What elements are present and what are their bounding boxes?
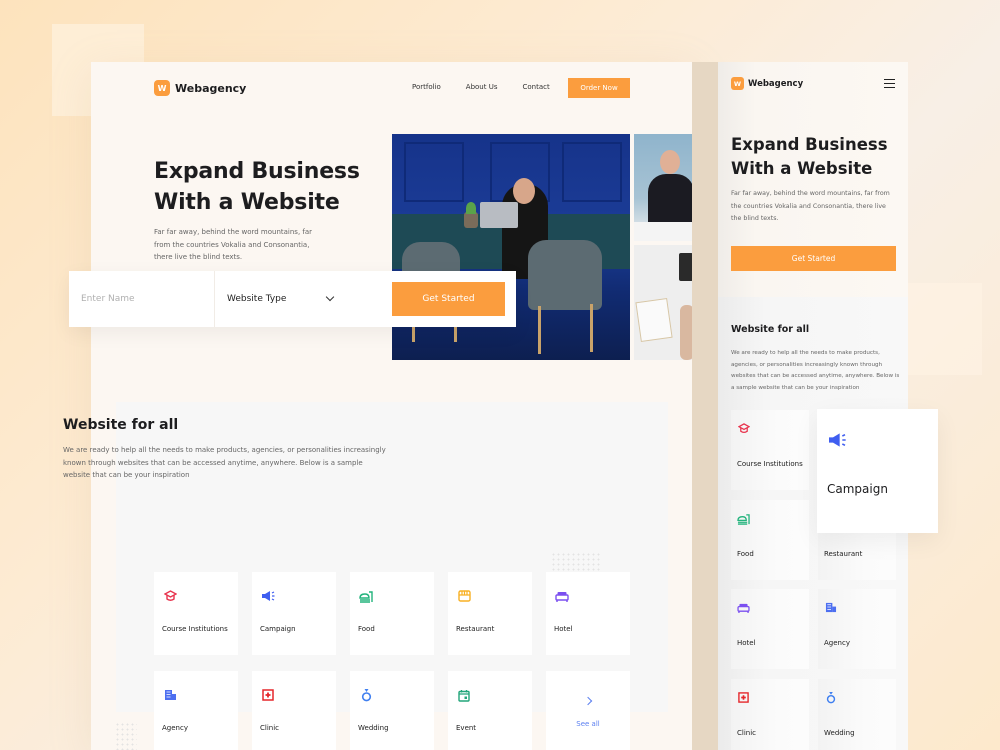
brand-logo[interactable]: W Webagency (731, 77, 803, 90)
hamburger-icon[interactable] (884, 79, 895, 88)
dot-pattern (551, 552, 601, 572)
see-all-link[interactable]: See all (576, 720, 599, 728)
dot-pattern (115, 722, 137, 750)
food-tray-icon (737, 512, 750, 525)
nav-link-about-us[interactable]: About Us (466, 83, 498, 91)
website-type-select[interactable]: Website Type (215, 271, 345, 327)
category-label: Course Institutions (737, 460, 803, 468)
mobile-mockup: W Webagency Expand Business With a Websi… (718, 62, 908, 750)
website-type-value: Website Type (227, 294, 287, 304)
chevron-right-icon (583, 696, 593, 705)
calendar-icon (457, 688, 471, 702)
mockup-gap (692, 62, 718, 750)
hero-title-line: With a Website (154, 190, 340, 215)
category-card-food[interactable]: Food (731, 500, 809, 580)
highlight-card-campaign[interactable]: Campaign (817, 409, 938, 533)
category-label: Hotel (737, 639, 756, 647)
brand-name: Webagency (175, 81, 247, 95)
category-label: Food (737, 550, 754, 558)
hero-title-line: Expand Business (731, 135, 888, 154)
hero-description: Far far away, behind the word mountains,… (154, 228, 313, 261)
category-card-hotel[interactable]: Hotel (731, 589, 809, 669)
category-card-restaurant[interactable]: Restaurant (448, 572, 532, 655)
bed-icon (737, 601, 750, 614)
lead-form: Website Type Get Started (69, 271, 516, 327)
see-all-card[interactable]: See all (546, 671, 630, 750)
category-label: Agency (824, 639, 850, 647)
building-icon (824, 601, 837, 614)
section-description: We are ready to help all the needs to ma… (63, 446, 386, 479)
building-icon (163, 688, 177, 702)
nav-link-portfolio[interactable]: Portfolio (412, 83, 441, 91)
category-label: Campaign (827, 482, 888, 496)
category-card-course-institutions[interactable]: Course Institutions (154, 572, 238, 655)
category-card-campaign[interactable]: Campaign (252, 572, 336, 655)
chevron-down-icon (325, 292, 335, 302)
category-label: Agency (162, 724, 188, 732)
category-label: Wedding (358, 724, 389, 732)
megaphone-icon (261, 589, 275, 603)
storefront-icon (457, 589, 471, 603)
category-label: Restaurant (824, 550, 863, 558)
category-card-wedding[interactable]: Wedding (818, 679, 896, 750)
category-label: Course Institutions (162, 625, 228, 633)
category-card-course-institutions[interactable]: Course Institutions (731, 410, 809, 490)
first-aid-icon (737, 691, 750, 704)
hero-description: Far far away, behind the word mountains,… (731, 190, 890, 222)
hero-title: Expand Business With a Website (154, 156, 360, 218)
category-card-wedding[interactable]: Wedding (350, 671, 434, 750)
brand-logo[interactable]: W Webagency (154, 80, 246, 96)
category-label: Wedding (824, 729, 855, 737)
hero-title-line: With a Website (731, 159, 873, 178)
megaphone-icon (827, 431, 847, 449)
category-card-clinic[interactable]: Clinic (252, 671, 336, 750)
main-nav: Portfolio About Us Contact (412, 83, 575, 91)
hero-title-line: Expand Business (154, 159, 360, 184)
category-label: Food (358, 625, 375, 633)
bed-icon (555, 589, 569, 603)
first-aid-icon (261, 688, 275, 702)
category-card-hotel[interactable]: Hotel (546, 572, 630, 655)
get-started-button[interactable]: Get Started (392, 282, 505, 316)
ring-icon (824, 691, 837, 704)
category-label: Hotel (554, 625, 573, 633)
category-card-agency[interactable]: Agency (818, 589, 896, 669)
category-card-event[interactable]: Event (448, 671, 532, 750)
graduation-cap-icon (737, 422, 750, 435)
logo-badge-icon: W (154, 80, 170, 96)
ring-icon (359, 688, 373, 702)
food-tray-icon (359, 589, 373, 603)
section-description: We are ready to help all the needs to ma… (731, 350, 900, 391)
section-title: Website for all (63, 417, 179, 433)
name-input[interactable] (69, 271, 215, 327)
hero-title: Expand Business With a Website (731, 133, 888, 181)
brand-name: Webagency (748, 78, 804, 89)
nav-link-contact[interactable]: Contact (523, 83, 550, 91)
category-card-agency[interactable]: Agency (154, 671, 238, 750)
side-photo-businessman (634, 134, 692, 241)
logo-badge-icon: W (731, 77, 744, 90)
category-card-clinic[interactable]: Clinic (731, 679, 809, 750)
get-started-button[interactable]: Get Started (731, 246, 896, 271)
order-now-button[interactable]: Order Now (568, 78, 630, 98)
category-label: Clinic (260, 724, 280, 732)
graduation-cap-icon (163, 589, 177, 603)
category-label: Campaign (260, 625, 296, 633)
side-photo-desk (634, 245, 692, 360)
category-label: Clinic (737, 729, 757, 737)
category-label: Restaurant (456, 625, 495, 633)
category-card-food[interactable]: Food (350, 572, 434, 655)
section-title: Website for all (731, 324, 810, 335)
category-label: Event (456, 724, 477, 732)
